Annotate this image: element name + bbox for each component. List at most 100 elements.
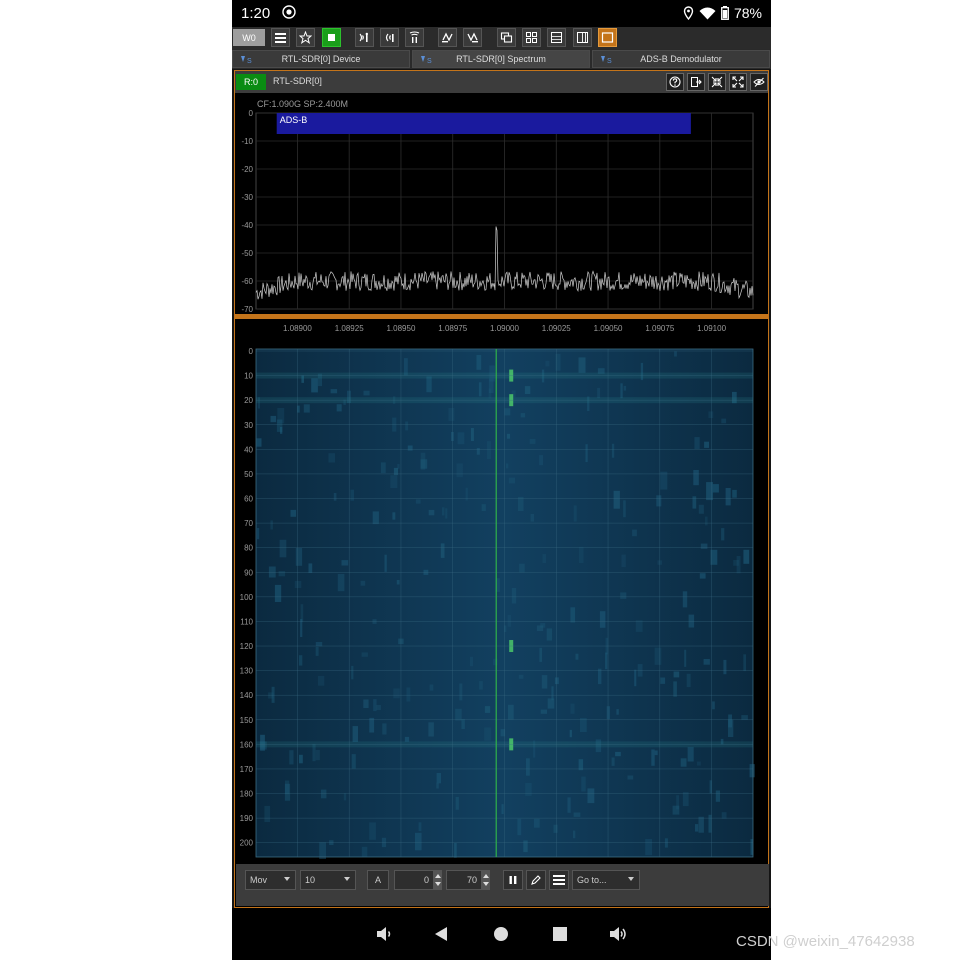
waterfall-noise-speck — [311, 378, 318, 393]
menu-button[interactable] — [271, 28, 290, 47]
waterfall-noise-speck — [569, 729, 572, 738]
waterfall-noise-speck — [299, 754, 303, 764]
workspace-button[interactable]: W0 — [233, 29, 265, 46]
window-frame-icon — [601, 32, 614, 43]
waterfall-noise-speck — [721, 418, 727, 424]
waterfall-noise-speck — [712, 701, 715, 710]
tab-spectrum[interactable]: S RTL-SDR[0] Spectrum — [412, 50, 590, 68]
waterfall-noise-speck — [684, 649, 687, 667]
averaging-mode-select[interactable]: Mov — [245, 870, 296, 890]
waterfall-noise-speck — [257, 528, 260, 540]
waterfall-noise-speck — [363, 390, 370, 396]
waterfall-noise-speck — [620, 383, 623, 399]
hide-window-button[interactable] — [750, 73, 768, 91]
waterfall-noise-speck — [749, 764, 755, 778]
waterfall-y-tick-label: 80 — [244, 544, 253, 553]
waterfall-noise-speck — [542, 554, 546, 563]
recents-button[interactable] — [549, 923, 571, 945]
waterfall-noise-speck — [736, 556, 741, 574]
waterfall-noise-speck — [700, 543, 708, 549]
waterfall-noise-speck — [372, 511, 379, 525]
range-stepper[interactable] — [482, 870, 490, 890]
waterfall-noise-speck — [616, 709, 619, 715]
maximize-window-button[interactable] — [729, 73, 747, 91]
auto-scale-button[interactable]: A — [367, 870, 389, 890]
help-button[interactable] — [666, 73, 684, 91]
waterfall-noise-speck — [688, 614, 695, 628]
svg-text:S: S — [607, 58, 612, 64]
tab-adsb-demodulator[interactable]: S ADS-B Demodulator — [592, 50, 770, 68]
volume-up-icon — [610, 927, 626, 941]
add-rx-device-button[interactable] — [355, 28, 374, 47]
spectrum-y-tick-label: -10 — [241, 137, 253, 146]
add-tx-device-button[interactable] — [380, 28, 399, 47]
waterfall-y-tick-label: 20 — [244, 396, 253, 405]
tile-windows-button[interactable] — [522, 28, 541, 47]
waterfall-noise-speck — [634, 669, 637, 687]
battery-percent: 78% — [733, 5, 762, 21]
stack-windows-button[interactable] — [547, 28, 566, 47]
waterfall-noise-speck — [406, 687, 411, 702]
star-icon — [299, 31, 312, 44]
hamburger-menu-icon — [553, 875, 565, 885]
volume-down-button[interactable] — [373, 923, 395, 945]
volume-up-button[interactable] — [607, 923, 629, 945]
cascade-windows-button[interactable] — [497, 28, 516, 47]
adsb-channel-band[interactable] — [276, 113, 691, 134]
waterfall-noise-speck — [676, 795, 679, 810]
waterfall-noise-speck — [420, 452, 426, 470]
waterfall-plot[interactable]: 0 10 20 30 40 50 60 70 80 90 100 110 120 130 140 150 160… — [235, 339, 768, 864]
waterfall-noise-speck — [637, 664, 643, 677]
waterfall-noise-speck — [541, 675, 548, 689]
waterfall-noise-speck — [315, 749, 320, 761]
waterfall-noise-speck — [682, 792, 689, 807]
waterfall-noise-speck — [615, 751, 621, 757]
pause-icon — [509, 876, 517, 884]
waterfall-noise-speck — [407, 445, 413, 451]
waterfall-noise-speck — [598, 668, 602, 685]
shrink-window-button[interactable] — [708, 73, 726, 91]
stop-acquisition-button[interactable] — [322, 28, 341, 47]
waterfall-noise-speck — [426, 376, 432, 393]
range-input[interactable]: 70 — [446, 870, 482, 890]
waterfall-noise-speck — [382, 723, 387, 735]
waterfall-noise-speck — [704, 441, 709, 448]
home-button[interactable] — [490, 923, 512, 945]
waterfall-noise-speck — [597, 387, 601, 399]
waterfall-noise-speck — [732, 489, 737, 498]
tab-label: RTL-SDR[0] Spectrum — [456, 54, 546, 64]
edit-display-button[interactable] — [526, 870, 546, 890]
waterfall-noise-speck — [268, 566, 276, 578]
add-tx-channel-button[interactable] — [463, 28, 482, 47]
waterfall-noise-speck — [703, 659, 710, 665]
tab-device[interactable]: S RTL-SDR[0] Device — [232, 50, 410, 68]
device-index-badge[interactable]: R:0 — [236, 74, 266, 90]
averaging-count-select[interactable]: 10 — [300, 870, 356, 890]
waterfall-noise-speck — [645, 839, 652, 856]
back-button[interactable] — [430, 923, 452, 945]
spectrum-y-tick-label: -50 — [241, 249, 253, 258]
dock-toggle-button[interactable] — [573, 28, 592, 47]
favorites-button[interactable] — [296, 28, 315, 47]
add-mimo-device-button[interactable] — [405, 28, 424, 47]
pause-button[interactable] — [503, 870, 523, 890]
waterfall-noise-speck — [533, 818, 540, 828]
waterfall-noise-speck — [573, 830, 576, 839]
waterfall-noise-speck — [723, 659, 727, 675]
ref-level-stepper[interactable] — [434, 870, 442, 890]
display-menu-button[interactable] — [549, 870, 569, 890]
waterfall-noise-speck — [333, 493, 337, 501]
waterfall-noise-speck — [318, 675, 325, 686]
waterfall-noise-speck — [605, 652, 608, 670]
waterfall-noise-speck — [660, 471, 668, 490]
waterfall-y-tick-label: 0 — [249, 347, 254, 356]
fullscreen-toggle-button[interactable] — [598, 28, 617, 47]
waterfall-noise-speck — [520, 413, 526, 418]
add-rx-channel-button[interactable] — [438, 28, 457, 47]
ref-level-input[interactable]: 0 — [394, 870, 434, 890]
battery-icon — [721, 6, 729, 20]
move-to-workspace-button[interactable] — [687, 73, 705, 91]
goto-select[interactable]: Go to... — [572, 870, 640, 890]
waterfall-y-tick-label: 10 — [244, 372, 253, 381]
waterfall-noise-speck — [694, 437, 700, 449]
